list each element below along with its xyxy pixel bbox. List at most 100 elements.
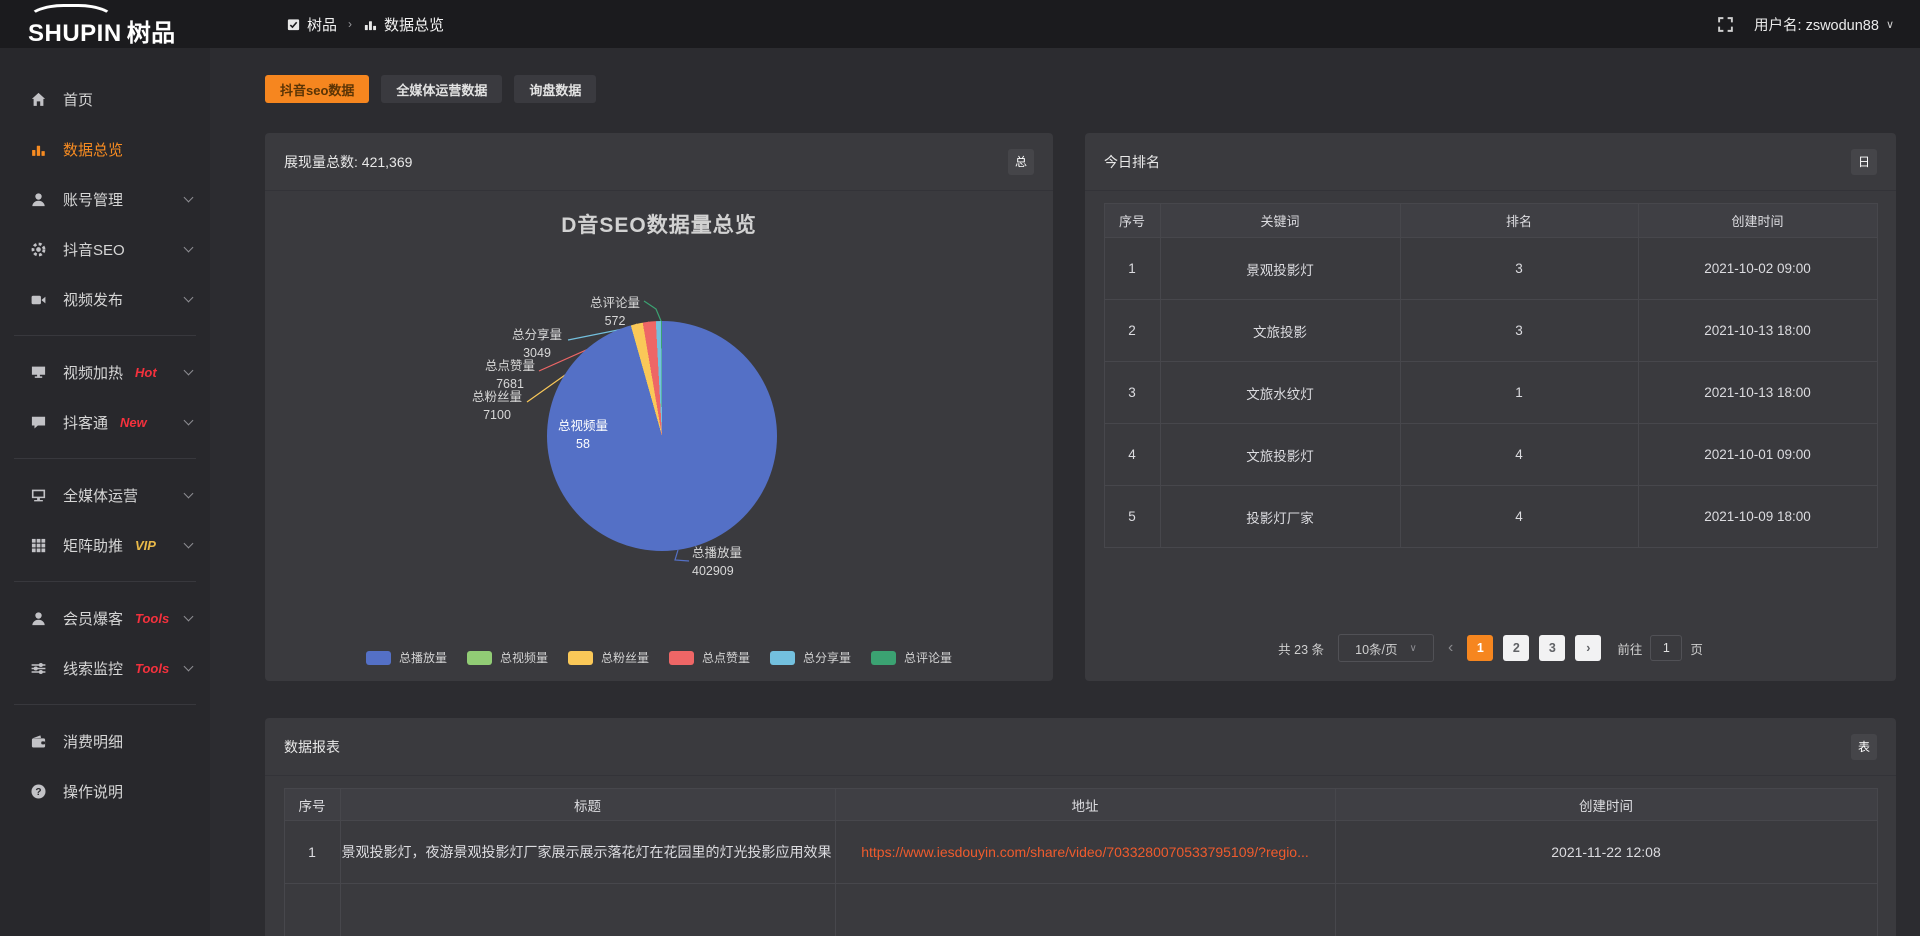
user-menu[interactable]: 用户名: zswodun88 ∨ [1754,14,1894,35]
tab-2[interactable]: 询盘数据 [514,75,596,103]
logo-text-en: SHUPIN [28,20,122,47]
video-link[interactable]: https://www.iesdouyin.com/share/video/70… [861,844,1309,860]
table-cell [340,884,835,936]
prev-page-button[interactable]: ‹ [1444,639,1457,657]
chevron-down-icon [184,366,194,376]
legend-item[interactable]: 总评论量 [871,649,952,666]
table-cell: 4 [1104,424,1160,486]
chevron-down-icon [184,662,194,672]
sidebar-badge-vip: VIP [135,538,156,553]
legend-swatch [568,651,593,665]
today-rank-panel: 今日排名 日 序号关键词排名创建时间1景观投影灯32021-10-02 09:0… [1085,133,1896,681]
page-button-1[interactable]: 1 [1467,635,1493,661]
pie-label-value: 572 [555,312,675,330]
chevron-down-icon: ∨ [1410,643,1417,654]
legend-swatch [770,651,795,665]
table-header-cell: 创建时间 [1638,204,1877,238]
tab-1[interactable]: 全媒体运营数据 [381,75,502,103]
sidebar-item-douyin-seo[interactable]: 抖音SEO [0,224,210,274]
sidebar-item-video-heat[interactable]: 视频加热Hot [0,347,210,397]
table-cell: 3 [1400,238,1638,300]
total-mode-button[interactable]: 总 [1008,149,1034,175]
sidebar-item-matrix-boost[interactable]: 矩阵助推 VIP [0,520,210,570]
tab-0[interactable]: 抖音seo数据 [265,75,369,103]
pagination: 共 23 条 10条/页 ∨ ‹ 123 › 前往 页 [1085,634,1896,662]
pie-label: 总粉丝量7100 [437,388,557,424]
sidebar-item-consume-detail[interactable]: 消费明细 [0,716,210,766]
legend-label: 总评论量 [904,649,952,666]
table-cell: 2021-10-01 09:00 [1638,424,1877,486]
sidebar-item-member-burst[interactable]: 会员爆客Tools [0,593,210,643]
legend-item[interactable]: 总视频量 [467,649,548,666]
sidebar-item-home[interactable]: 首页 [0,74,210,124]
goto-page-input[interactable] [1650,635,1682,661]
breadcrumb-item-root[interactable]: 树品 [286,14,337,35]
sidebar-item-label: 视频发布 [63,289,123,310]
legend-item[interactable]: 总粉丝量 [568,649,649,666]
data-report-panel: 数据报表 表 序号标题地址创建时间1景观投影灯，夜游景观投影灯厂家展示展示落花灯… [265,718,1896,936]
sidebar-item-video-publish[interactable]: 视频发布 [0,274,210,324]
day-mode-button[interactable]: 日 [1851,149,1877,175]
sidebar-item-label: 操作说明 [63,781,123,802]
table-header-cell: 序号 [284,789,340,821]
sidebar-item-operation-guide[interactable]: ? 操作说明 [0,766,210,816]
chevron-down-icon: ∨ [1886,18,1894,31]
sidebar-item-clue-monitor[interactable]: 线索监控Tools [0,643,210,693]
pagination-total-label: 共 23 条 [1278,639,1324,658]
table-row: 5投影灯厂家42021-10-09 18:00 [1104,486,1877,548]
table-header-cell: 关键词 [1160,204,1400,238]
fullscreen-icon[interactable] [1717,16,1734,33]
chart-legend: 总播放量 总视频量 总粉丝量 总点赞量 总分享量 总评论量 [265,649,1053,666]
pie-label-value: 3049 [477,344,597,362]
table-row: 2文旅投影32021-10-13 18:00 [1104,300,1877,362]
table-cell: 文旅投影 [1160,300,1400,362]
wallet-icon [30,733,50,750]
legend-item[interactable]: 总播放量 [366,649,447,666]
sidebar-item-account-manage[interactable]: 账号管理 [0,174,210,224]
chart-title: D音SEO数据量总览 [265,209,1053,239]
table-header-cell: 创建时间 [1335,789,1877,821]
pie-label: 总点赞量7681 [450,357,570,393]
legend-label: 总粉丝量 [601,649,649,666]
table-cell: 景观投影灯，夜游景观投影灯厂家展示展示落花灯在花园里的灯光投影应用效果 #... [340,821,835,884]
page-button-2[interactable]: 2 [1503,635,1529,661]
table-cell: 文旅水纹灯 [1160,362,1400,424]
question-icon: ? [30,783,50,800]
page-buttons: 123 [1467,635,1565,661]
breadcrumb-separator: › [348,17,352,31]
breadcrumb: 树品 › 数据总览 [286,14,444,35]
comment-icon [30,414,50,431]
pie-label-value: 402909 [692,562,802,580]
legend-swatch [871,651,896,665]
legend-item[interactable]: 总分享量 [770,649,851,666]
breadcrumb-item-current[interactable]: 数据总览 [363,14,444,35]
table-cell: 1 [1400,362,1638,424]
table-cell [284,884,340,936]
chevron-down-icon [184,293,194,303]
report-table: 序号标题地址创建时间1景观投影灯，夜游景观投影灯厂家展示展示落花灯在花园里的灯光… [284,788,1878,936]
legend-item[interactable]: 总点赞量 [669,649,750,666]
sidebar-item-label: 线索监控 [63,658,123,679]
table-mode-button[interactable]: 表 [1851,734,1877,760]
table-header-row: 序号标题地址创建时间 [284,789,1877,821]
table-cell: 2 [1104,300,1160,362]
page-size-select[interactable]: 10条/页 ∨ [1338,634,1434,662]
next-page-button[interactable]: › [1575,635,1601,661]
chevron-down-icon [184,193,194,203]
table-cell: https://www.iesdouyin.com/share/video/70… [835,821,1335,884]
sidebar-item-label: 抖音SEO [63,239,125,260]
page-button-3[interactable]: 3 [1539,635,1565,661]
sidebar-item-media-operation[interactable]: 全媒体运营 [0,470,210,520]
sidebar-item-douketong[interactable]: 抖客通New [0,397,210,447]
sidebar-item-data-overview[interactable]: 数据总览 [0,124,210,174]
svg-text:?: ? [35,786,41,797]
sidebar-item-label: 矩阵助推 [63,535,123,556]
table-header-cell: 序号 [1104,204,1160,238]
sidebar-divider [14,581,196,582]
username-label: 用户名: zswodun88 [1754,14,1879,35]
legend-label: 总播放量 [399,649,447,666]
rank-table: 序号关键词排名创建时间1景观投影灯32021-10-02 09:002文旅投影3… [1104,203,1878,548]
table-cell [1335,884,1877,936]
table-header-cell: 排名 [1400,204,1638,238]
today-rank-panel-header: 今日排名 日 [1085,133,1896,191]
